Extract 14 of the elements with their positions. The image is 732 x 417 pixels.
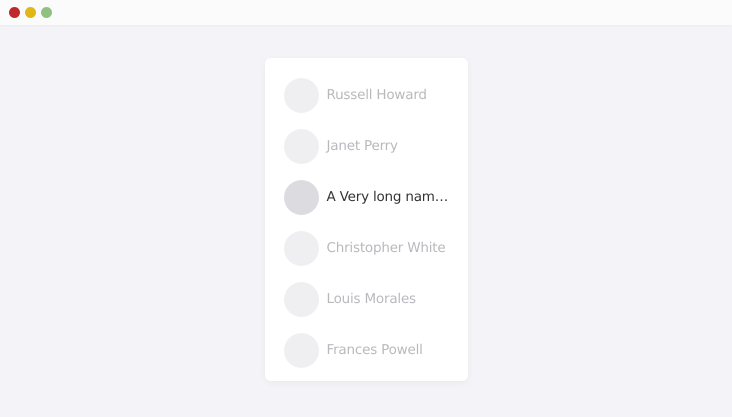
contact-name: A Very long nam…: [326, 188, 448, 208]
contact-item[interactable]: Christopher White: [284, 223, 468, 274]
contact-item[interactable]: A Very long nam…: [284, 172, 468, 223]
contact-name: Louis Morales: [326, 290, 416, 310]
contact-item[interactable]: Russell Howard: [284, 70, 468, 121]
contact-name: Frances Powell: [326, 341, 423, 360]
contact-item[interactable]: Louis Morales: [284, 274, 468, 325]
avatar-icon: [284, 180, 318, 215]
contact-name: Janet Perry: [326, 137, 398, 156]
window-control-button[interactable]: [9, 7, 20, 18]
contact-item[interactable]: Janet Perry: [284, 121, 468, 172]
contact-name: Christopher White: [326, 239, 446, 258]
contact-item[interactable]: Frances Powell: [284, 325, 468, 376]
contact-name: Russell Howard: [326, 86, 427, 106]
